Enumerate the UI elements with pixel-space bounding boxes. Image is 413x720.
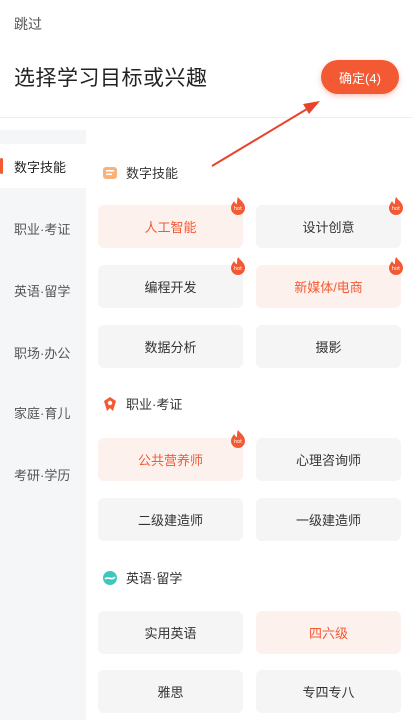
book-icon — [102, 165, 118, 181]
page-title: 选择学习目标或兴趣 — [14, 67, 208, 90]
chip-ielts[interactable]: 雅思 — [98, 670, 243, 713]
hot-badge-icon: hot — [231, 430, 245, 448]
section-title-digital-skills: 数字技能 — [102, 163, 178, 182]
chip-label: 设计创意 — [302, 220, 355, 235]
skip-button[interactable]: 跳过 — [14, 14, 42, 34]
category-sidebar: 数字技能 职业·考证 英语·留学 职场·办公 家庭·育儿 考研·学历 — [0, 130, 86, 720]
chip-new-media[interactable]: 新媒体/电商 hot — [256, 257, 403, 308]
chip-label: 数据分析 — [144, 340, 197, 355]
sidebar-item-postgrad-degree[interactable]: 考研·学历 — [0, 452, 86, 496]
chip-programming[interactable]: 编程开发 hot — [98, 257, 245, 308]
section-title-english-abroad: 英语·留学 — [102, 568, 182, 587]
sidebar-item-label: 考研·学历 — [14, 467, 71, 483]
hot-badge-icon: hot — [389, 197, 403, 215]
svg-text:hot: hot — [234, 439, 242, 445]
sidebar-item-family-parenting[interactable]: 家庭·育儿 — [0, 390, 86, 434]
sidebar-item-label: 职业·考证 — [14, 221, 71, 237]
hot-badge-icon: hot — [231, 197, 245, 215]
svg-text:hot: hot — [392, 266, 400, 272]
chip-label: 四六级 — [308, 626, 348, 641]
certificate-icon — [102, 396, 118, 412]
sidebar-item-label: 职场·办公 — [14, 345, 71, 361]
chip-label: 编程开发 — [144, 280, 197, 295]
chip-photography[interactable]: 摄影 — [256, 325, 401, 368]
chip-constructor-level2[interactable]: 二级建造师 — [98, 498, 243, 541]
sidebar-item-career-cert[interactable]: 职业·考证 — [0, 206, 86, 250]
chip-cet46[interactable]: 四六级 — [256, 611, 401, 654]
header: 跳过 选择学习目标或兴趣 确定(4) — [0, 0, 413, 118]
chip-nutritionist[interactable]: 公共营养师 hot — [98, 430, 245, 481]
chip-label: 新媒体/电商 — [294, 280, 363, 295]
sidebar-item-label: 家庭·育儿 — [14, 405, 71, 421]
svg-text:hot: hot — [392, 206, 400, 212]
sidebar-item-english-abroad[interactable]: 英语·留学 — [0, 268, 86, 312]
chip-label: 雅思 — [157, 685, 184, 700]
sidebar-item-label: 英语·留学 — [14, 283, 71, 299]
sidebar-item-workplace-office[interactable]: 职场·办公 — [0, 330, 86, 374]
sidebar-item-digital-skills[interactable]: 数字技能 — [0, 144, 86, 188]
section-title-career-cert: 职业·考证 — [102, 394, 182, 413]
chip-label: 专四专八 — [302, 685, 355, 700]
chip-ai[interactable]: 人工智能 hot — [98, 197, 245, 248]
hot-badge-icon: hot — [389, 257, 403, 275]
globe-icon — [102, 570, 118, 586]
chip-label: 摄影 — [315, 340, 342, 355]
section-title-text: 职业·考证 — [126, 397, 183, 412]
chip-label: 一级建造师 — [295, 513, 361, 528]
chip-label: 二级建造师 — [137, 513, 203, 528]
chip-label: 实用英语 — [144, 626, 197, 641]
chip-label: 公共营养师 — [137, 453, 203, 468]
chip-label: 心理咨询师 — [295, 453, 361, 468]
chip-data-analysis[interactable]: 数据分析 — [98, 325, 243, 368]
chip-constructor-level1[interactable]: 一级建造师 — [256, 498, 401, 541]
confirm-button[interactable]: 确定(4) — [321, 60, 399, 94]
svg-text:hot: hot — [234, 266, 242, 272]
chip-tem48[interactable]: 专四专八 — [256, 670, 401, 713]
chip-practical-english[interactable]: 实用英语 — [98, 611, 243, 654]
svg-text:hot: hot — [234, 206, 242, 212]
hot-badge-icon: hot — [231, 257, 245, 275]
sidebar-item-label: 数字技能 — [14, 159, 67, 175]
chip-design[interactable]: 设计创意 hot — [256, 197, 403, 248]
interest-content: 数字技能 人工智能 hot 设计创意 hot 编程开发 hot 新媒体/电商 h… — [86, 130, 413, 720]
section-title-text: 英语·留学 — [126, 571, 183, 586]
chip-psychologist[interactable]: 心理咨询师 — [256, 438, 401, 481]
section-title-text: 数字技能 — [126, 166, 179, 181]
chip-label: 人工智能 — [144, 220, 197, 235]
